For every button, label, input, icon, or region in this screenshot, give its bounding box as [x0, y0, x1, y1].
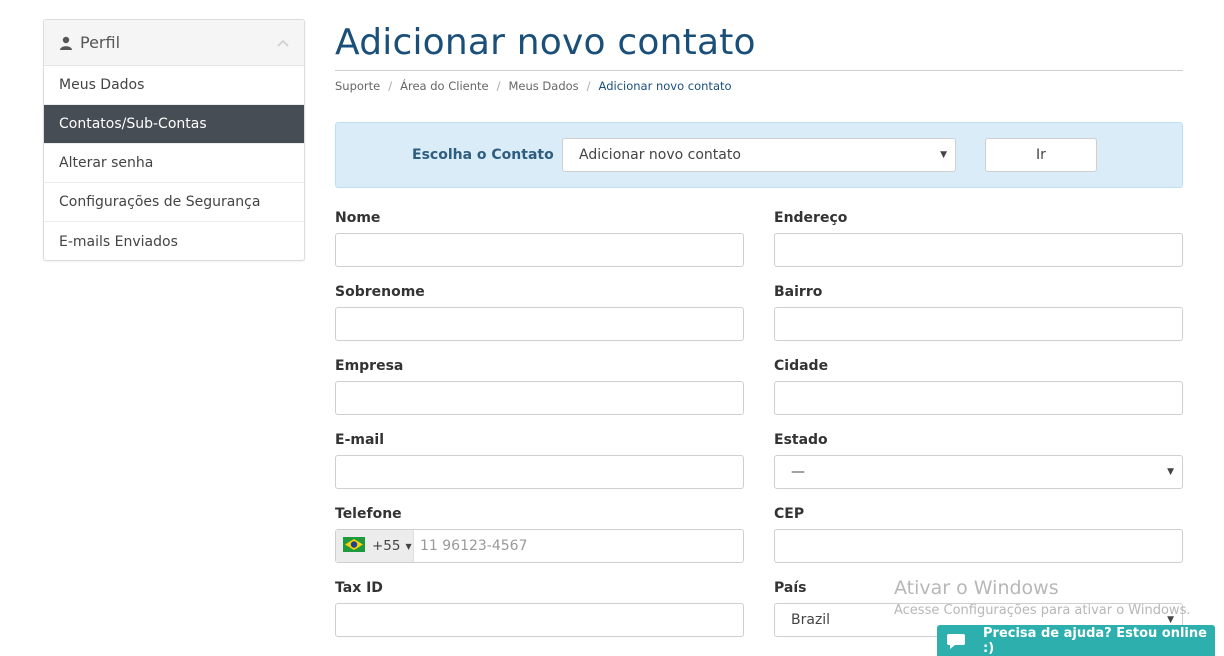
caret-down-icon: ▼ — [405, 541, 412, 551]
sobrenome-input[interactable] — [335, 307, 744, 341]
breadcrumb-separator: / — [586, 79, 591, 93]
sidebar-item-label: Meus Dados — [59, 77, 145, 93]
email-label: E-mail — [335, 432, 385, 448]
phone-field: +55 ▼ — [335, 529, 744, 563]
breadcrumb-link-meus-dados[interactable]: Meus Dados — [508, 79, 578, 93]
tax-id-label: Tax ID — [335, 580, 383, 596]
sobrenome-label: Sobrenome — [335, 284, 425, 300]
cidade-label: Cidade — [774, 358, 829, 374]
chat-label: Precisa de ajuda? Estou online :) — [983, 625, 1207, 656]
estado-label: Estado — [774, 432, 828, 448]
endereco-input[interactable] — [774, 233, 1183, 267]
dial-code: +55 — [372, 538, 401, 554]
cep-label: CEP — [774, 506, 805, 522]
breadcrumb-separator: / — [496, 79, 501, 93]
cep-input[interactable] — [774, 529, 1183, 563]
breadcrumb-current: Adicionar novo contato — [598, 79, 732, 93]
chat-bubble-icon — [946, 632, 966, 650]
contact-select[interactable]: Adicionar novo contato ▼ — [562, 138, 956, 172]
endereco-label: Endereço — [774, 210, 848, 226]
brazil-flag-icon — [343, 536, 365, 556]
sidebar-item-contatos[interactable]: Contatos/Sub-Contas — [44, 105, 304, 144]
email-input[interactable] — [335, 455, 744, 489]
page-title: Adicionar novo contato — [335, 22, 756, 63]
breadcrumb-link-area-cliente[interactable]: Área do Cliente — [400, 79, 488, 93]
breadcrumb-separator: / — [388, 79, 393, 93]
nome-input[interactable] — [335, 233, 744, 267]
caret-down-icon: ▼ — [1167, 467, 1174, 477]
sidebar-item-label: Alterar senha — [59, 155, 154, 171]
telefone-input[interactable] — [414, 530, 743, 562]
chat-widget[interactable]: Precisa de ajuda? Estou online :) — [937, 625, 1215, 656]
breadcrumb-link-suporte[interactable]: Suporte — [335, 79, 380, 93]
contact-chooser-panel: Escolha o Contato Adicionar novo contato… — [335, 122, 1183, 188]
sidebar-item-alterar-senha[interactable]: Alterar senha — [44, 144, 304, 183]
sidebar-header[interactable]: Perfil — [44, 20, 304, 66]
chevron-up-icon[interactable] — [276, 38, 290, 48]
sidebar-item-label: Contatos/Sub-Contas — [59, 116, 207, 132]
windows-activation-subtitle: Acesse Configurações para ativar o Windo… — [894, 603, 1191, 618]
empresa-label: Empresa — [335, 358, 404, 374]
tax-id-input[interactable] — [335, 603, 744, 637]
bairro-label: Bairro — [774, 284, 823, 300]
estado-select[interactable]: — ▼ — [774, 455, 1183, 489]
sidebar-title: Perfil — [80, 33, 121, 52]
title-divider — [335, 70, 1183, 71]
cidade-input[interactable] — [774, 381, 1183, 415]
breadcrumb: Suporte / Área do Cliente / Meus Dados /… — [335, 79, 732, 93]
bairro-input[interactable] — [774, 307, 1183, 341]
contact-chooser-label: Escolha o Contato — [412, 147, 554, 163]
sidebar-item-label: Configurações de Segurança — [59, 194, 261, 210]
pais-label: País — [774, 580, 807, 596]
caret-down-icon: ▼ — [940, 150, 947, 160]
sidebar-item-label: E-mails Enviados — [59, 233, 178, 250]
sidebar-item-emails-enviados[interactable]: E-mails Enviados — [44, 222, 304, 261]
user-icon — [59, 36, 73, 50]
pais-select-value: Brazil — [791, 612, 831, 628]
windows-activation-title: Ativar o Windows — [894, 577, 1059, 599]
telefone-label: Telefone — [335, 506, 402, 522]
country-code-dropdown[interactable]: +55 ▼ — [336, 530, 414, 562]
sidebar-item-seguranca[interactable]: Configurações de Segurança — [44, 183, 304, 222]
profile-sidebar: Perfil Meus Dados Contatos/Sub-Contas Al… — [43, 19, 305, 261]
sidebar-item-meus-dados[interactable]: Meus Dados — [44, 66, 304, 105]
contact-select-value: Adicionar novo contato — [579, 147, 741, 163]
empresa-input[interactable] — [335, 381, 744, 415]
go-button[interactable]: Ir — [985, 138, 1097, 172]
estado-select-value: — — [791, 464, 805, 480]
nome-label: Nome — [335, 210, 381, 226]
